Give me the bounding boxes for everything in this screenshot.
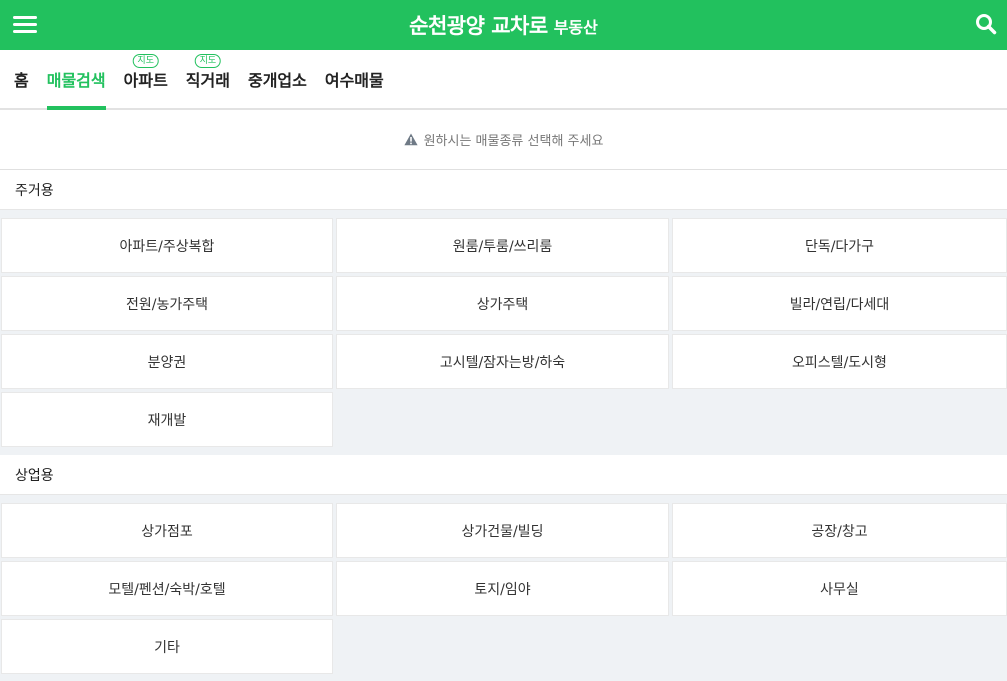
selection-notice: 원하시는 매물종류 선택해 주세요 bbox=[0, 110, 1007, 170]
hamburger-menu-icon[interactable] bbox=[13, 14, 37, 34]
residential-grid: 아파트/주상복합 원룸/투룸/쓰리룸 단독/다가구 전원/농가주택 상가주택 빌… bbox=[0, 210, 1007, 455]
notice-text: 원하시는 매물종류 선택해 주세요 bbox=[423, 134, 604, 149]
tab-property-search[interactable]: 매물검색 bbox=[46, 50, 106, 110]
tab-label: 중개업소 bbox=[247, 71, 307, 90]
tab-label: 여수매물 bbox=[324, 71, 384, 90]
category-button[interactable]: 공장/창고 bbox=[672, 503, 1007, 558]
category-button[interactable]: 분양권 bbox=[1, 334, 333, 389]
category-button[interactable]: 단독/다가구 bbox=[672, 218, 1007, 273]
category-button[interactable]: 아파트/주상복합 bbox=[1, 218, 333, 273]
main-nav: 홈 매물검색 지도 아파트 지도 직거래 중개업소 여수매물 bbox=[0, 50, 1007, 110]
tab-direct-trade[interactable]: 지도 직거래 bbox=[186, 50, 230, 108]
tab-label: 매물검색 bbox=[46, 71, 106, 90]
tab-yeosu-listings[interactable]: 여수매물 bbox=[325, 50, 384, 108]
site-title-sub: 부동산 bbox=[553, 18, 598, 37]
site-title-main: 순천광양 교차로 bbox=[409, 14, 548, 38]
category-button[interactable]: 고시텔/잠자는방/하숙 bbox=[336, 334, 669, 389]
commercial-grid: 상가점포 상가건물/빌딩 공장/창고 모텔/펜션/숙박/호텔 토지/임야 사무실… bbox=[0, 495, 1007, 681]
tab-home[interactable]: 홈 bbox=[14, 50, 29, 108]
category-button[interactable]: 상가주택 bbox=[336, 276, 669, 331]
map-badge: 지도 bbox=[132, 54, 159, 68]
tab-label: 직거래 bbox=[185, 71, 230, 90]
category-button[interactable]: 상가점포 bbox=[1, 503, 333, 558]
search-icon[interactable] bbox=[975, 13, 997, 35]
category-button[interactable]: 상가건물/빌딩 bbox=[336, 503, 669, 558]
warning-icon bbox=[403, 133, 418, 146]
category-button[interactable]: 재개발 bbox=[1, 392, 333, 447]
app-header: 순천광양 교차로 부동산 bbox=[0, 0, 1007, 50]
map-badge: 지도 bbox=[194, 54, 222, 68]
category-button[interactable]: 원룸/투룸/쓰리룸 bbox=[336, 218, 669, 273]
category-button[interactable]: 기타 bbox=[1, 619, 333, 674]
category-button[interactable]: 오피스텔/도시형 bbox=[672, 334, 1007, 389]
category-button[interactable]: 토지/임야 bbox=[336, 561, 669, 616]
tab-apartment[interactable]: 지도 아파트 bbox=[124, 50, 168, 108]
site-title[interactable]: 순천광양 교차로 부동산 bbox=[409, 10, 598, 40]
tab-label: 아파트 bbox=[123, 71, 168, 90]
section-title-residential: 주거용 bbox=[0, 170, 1007, 210]
category-button[interactable]: 빌라/연립/다세대 bbox=[672, 276, 1007, 331]
category-button[interactable]: 모텔/펜션/숙박/호텔 bbox=[1, 561, 333, 616]
section-title-commercial: 상업용 bbox=[0, 455, 1007, 495]
tab-agencies[interactable]: 중개업소 bbox=[248, 50, 307, 108]
category-button[interactable]: 전원/농가주택 bbox=[1, 276, 333, 331]
category-button[interactable]: 사무실 bbox=[672, 561, 1007, 616]
tab-label: 홈 bbox=[14, 71, 29, 90]
